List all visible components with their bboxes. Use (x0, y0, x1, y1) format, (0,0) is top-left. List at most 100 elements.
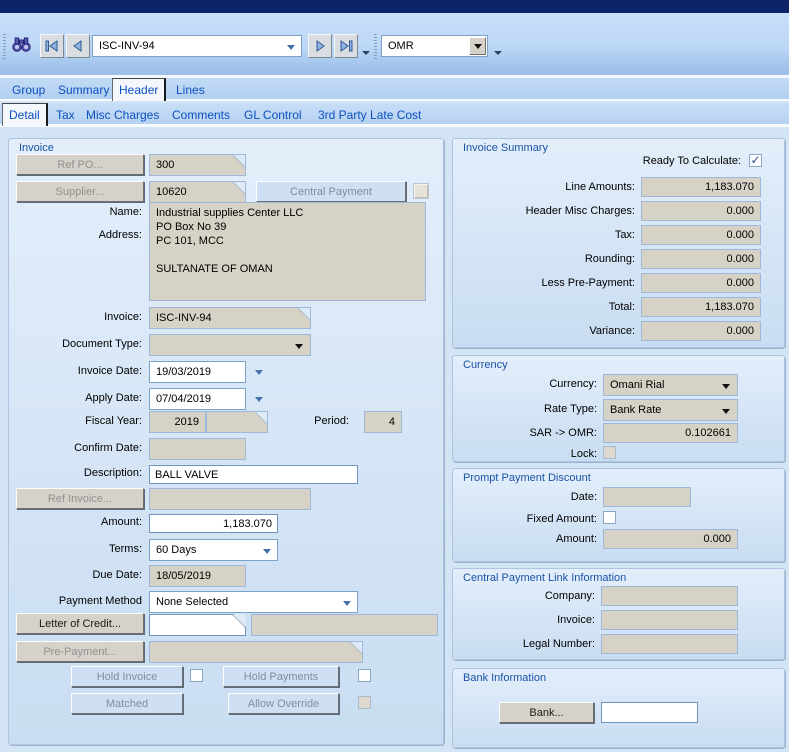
sub-tab-bar: Detail Tax Misc Charges Comments GL Cont… (0, 103, 789, 127)
fiscal-year-field: 2019 (149, 411, 206, 433)
pre-payment-button[interactable]: Pre-Payment... (16, 641, 144, 662)
exchange-rate-field: 0.102661 (603, 423, 738, 443)
ref-invoice-field (149, 488, 311, 510)
chevron-down-icon (295, 344, 303, 349)
tax-field: 0.000 (641, 225, 761, 245)
pre-payment-field (149, 641, 363, 663)
central-payment-button[interactable]: Central Payment (256, 181, 406, 202)
subtab-gl-control[interactable]: GL Control (238, 103, 308, 126)
header-misc-charges-field: 0.000 (641, 201, 761, 221)
fixed-amount-label: Fixed Amount: (453, 513, 597, 525)
header-misc-charges-label: Header Misc Charges: (453, 205, 635, 217)
currency-selector-combo[interactable]: OMR (381, 35, 488, 57)
first-record-button[interactable] (40, 34, 64, 58)
tab-header[interactable]: Header (112, 78, 166, 101)
rate-type-label: Rate Type: (453, 403, 597, 415)
toolbar-grip[interactable] (3, 34, 6, 60)
hold-payments-button[interactable]: Hold Payments (223, 666, 339, 687)
lock-checkbox (603, 446, 616, 459)
name-label: Name: (9, 206, 142, 218)
allow-override-button[interactable]: Allow Override (228, 693, 339, 714)
tab-lines[interactable]: Lines (170, 78, 211, 101)
rounding-label: Rounding: (453, 253, 635, 265)
currency-combo[interactable]: Omani Rial (603, 374, 738, 396)
toolbar-grip-2[interactable] (374, 34, 377, 60)
amount-label: Amount: (9, 516, 142, 528)
subtab-comments[interactable]: Comments (166, 103, 236, 126)
letter-of-credit-button[interactable]: Letter of Credit... (16, 613, 144, 634)
link-invoice-label: Invoice: (453, 614, 595, 626)
line-amounts-field: 1,183.070 (641, 177, 761, 197)
line-amounts-label: Line Amounts: (453, 181, 635, 193)
central-payment-checkbox (413, 183, 429, 199)
ref-invoice-button[interactable]: Ref Invoice... (16, 488, 144, 509)
calendar-dropdown-icon[interactable] (255, 370, 263, 375)
amount-input[interactable]: 1,183.070 (149, 514, 278, 533)
apply-date-label: Apply Date: (9, 392, 142, 404)
subtab-detail[interactable]: Detail (2, 103, 48, 126)
chevron-down-icon (343, 601, 351, 606)
ref-po-button[interactable]: Ref PO... (16, 154, 144, 175)
toolbar-overflow-icon-2[interactable] (494, 51, 502, 55)
subtab-tax[interactable]: Tax (50, 103, 81, 126)
discount-date-field (603, 487, 691, 507)
chevron-down-icon[interactable] (287, 45, 295, 50)
window-title-bar (0, 0, 789, 13)
document-type-label: Document Type: (9, 338, 142, 350)
supplier-button[interactable]: Supplier... (16, 181, 144, 202)
letter-of-credit-desc-field (251, 614, 438, 636)
rate-type-combo[interactable]: Bank Rate (603, 399, 738, 421)
previous-record-button[interactable] (66, 34, 90, 58)
payment-method-label: Payment Method (9, 595, 142, 607)
next-record-button[interactable] (308, 34, 332, 58)
bank-button[interactable]: Bank... (499, 702, 594, 723)
company-field (601, 586, 738, 606)
matched-button[interactable]: Matched (71, 693, 183, 714)
bank-field[interactable] (601, 702, 698, 723)
hold-invoice-button[interactable]: Hold Invoice (71, 666, 183, 687)
invoice-label: Invoice: (9, 311, 142, 323)
apply-date-picker[interactable]: 07/04/2019 (149, 388, 246, 410)
letter-of-credit-field[interactable] (149, 614, 246, 636)
last-record-button[interactable] (334, 34, 358, 58)
confirm-date-label: Confirm Date: (9, 442, 142, 454)
bank-information-panel: Bank Information Bank... (452, 668, 785, 748)
toolbar-overflow-icon[interactable] (362, 51, 370, 55)
description-input[interactable]: BALL VALVE (149, 465, 358, 484)
invoice-date-picker[interactable]: 19/03/2019 (149, 361, 246, 383)
allow-override-checkbox (358, 696, 371, 709)
chevron-down-icon (722, 384, 730, 389)
currency-panel-title: Currency (463, 359, 508, 371)
terms-label: Terms: (9, 543, 142, 555)
terms-combo[interactable]: 60 Days (149, 539, 278, 561)
fiscal-year-extra-field (206, 411, 268, 433)
legal-number-field (601, 634, 738, 654)
dropdown-button[interactable] (469, 37, 486, 55)
subtab-misc-charges[interactable]: Misc Charges (80, 103, 165, 126)
address-label: Address: (9, 229, 142, 241)
tab-group[interactable]: Group (6, 78, 51, 101)
currency-panel: Currency Currency: Omani Rial Rate Type:… (452, 355, 785, 462)
record-selector-combo[interactable]: ISC-INV-94 (92, 35, 302, 57)
ready-to-calculate-checkbox[interactable] (749, 154, 762, 167)
find-icon[interactable] (12, 37, 31, 55)
document-type-combo[interactable] (149, 334, 311, 356)
ready-to-calculate-label: Ready To Calculate: (453, 155, 741, 167)
main-toolbar: ISC-INV-94 OMR (0, 13, 789, 78)
exchange-rate-label: SAR -> OMR: (453, 427, 597, 439)
supplier-address-field: Industrial supplies Center LLC PO Box No… (149, 202, 426, 301)
fixed-amount-checkbox[interactable] (603, 511, 616, 524)
invoice-date-label: Invoice Date: (9, 365, 142, 377)
subtab-3rd-party-late-cost[interactable]: 3rd Party Late Cost (312, 103, 427, 126)
hold-invoice-checkbox[interactable] (190, 669, 203, 682)
hold-payments-checkbox[interactable] (358, 669, 371, 682)
prompt-payment-discount-panel: Prompt Payment Discount Date: Fixed Amou… (452, 468, 785, 562)
less-pre-payment-label: Less Pre-Payment: (453, 277, 635, 289)
chevron-down-icon (263, 549, 271, 554)
supplier-field: 10620 (149, 181, 246, 203)
confirm-date-field (149, 438, 246, 460)
tab-summary[interactable]: Summary (52, 78, 115, 101)
less-pre-payment-field: 0.000 (641, 273, 761, 293)
payment-method-combo[interactable]: None Selected (149, 591, 358, 613)
calendar-dropdown-icon[interactable] (255, 397, 263, 402)
